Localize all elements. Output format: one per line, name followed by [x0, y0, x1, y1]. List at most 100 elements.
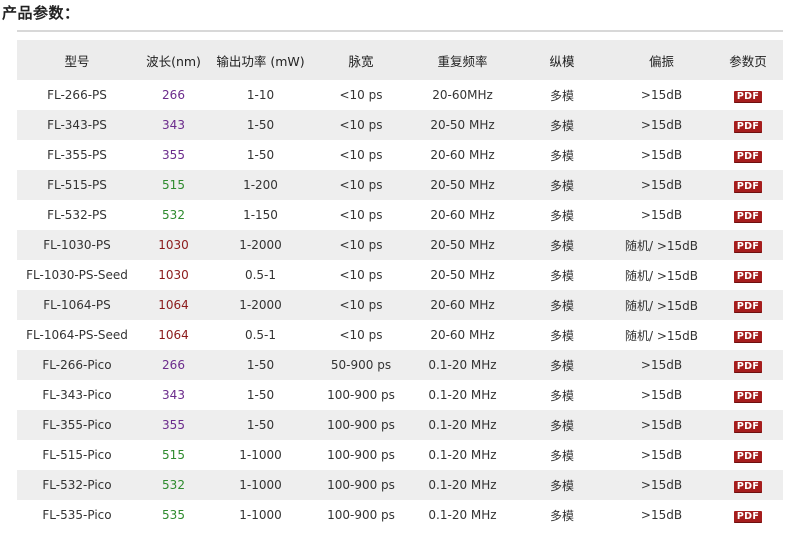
wavelength-cell: 343 [162, 388, 185, 402]
pdf-icon[interactable]: PDF [733, 90, 763, 103]
model-cell: FL-355-Pico [42, 418, 112, 432]
model-cell: FL-535-Pico [42, 508, 112, 522]
power-cell: 1-1000 [239, 508, 282, 522]
polarization-cell: 随机/ >15dB [624, 328, 699, 343]
rep-rate-cell: 0.1-20 MHz [428, 388, 497, 402]
long-mode-cell: 多模 [549, 508, 574, 523]
power-cell: 1-50 [246, 118, 275, 132]
pulse-width-cell: 100-900 ps [327, 448, 395, 462]
polarization-cell: >15dB [640, 148, 683, 162]
wavelength-cell: 1030 [158, 268, 189, 282]
wavelength-cell: 355 [162, 418, 185, 432]
rep-rate-cell: 0.1-20 MHz [428, 448, 497, 462]
pdf-icon[interactable]: PDF [733, 120, 763, 133]
datasheet-cell: PDF [713, 230, 783, 260]
col-header-pulse-width: 脉宽 [311, 40, 411, 80]
pdf-icon[interactable]: PDF [733, 240, 763, 253]
wavelength-cell: 515 [162, 448, 185, 462]
col-header-power: 输出功率 (mW) [210, 40, 311, 80]
wavelength-cell: 532 [162, 478, 185, 492]
table-row: FL-355-Pico 355 1-50 100-900 ps 0.1-20 MHz 多模… [17, 410, 783, 440]
power-cell: 0.5-1 [244, 328, 277, 342]
col-header-wavelength: 波长(nm) [137, 40, 210, 80]
pulse-width-cell: 100-900 ps [327, 418, 395, 432]
pdf-icon[interactable]: PDF [733, 150, 763, 163]
long-mode-cell: 多模 [549, 448, 574, 463]
power-cell: 1-50 [246, 418, 275, 432]
rep-rate-cell: 0.1-20 MHz [428, 418, 497, 432]
pdf-icon[interactable]: PDF [733, 420, 763, 433]
model-cell: FL-515-PS [47, 178, 107, 192]
power-cell: 1-150 [243, 208, 278, 222]
table-row: FL-1030-PS 1030 1-2000 <10 ps 20-50 MHz 多模 随机/… [17, 230, 783, 260]
pulse-width-cell: 100-900 ps [327, 508, 395, 522]
datasheet-cell: PDF [713, 380, 783, 410]
table-row: FL-1030-PS-Seed 1030 0.5-1 <10 ps 20-50 MHz 多… [17, 260, 783, 290]
table-header-row: 型号 波长(nm) 输出功率 (mW) 脉宽 重复频率 纵模 偏振 参数页 [17, 40, 783, 80]
pdf-icon[interactable]: PDF [733, 450, 763, 463]
model-cell: FL-266-PS [47, 88, 107, 102]
power-cell: 1-2000 [239, 238, 282, 252]
power-cell: 1-2000 [239, 298, 282, 312]
rep-rate-cell: 0.1-20 MHz [428, 508, 497, 522]
page-heading: 产品参数： [2, 4, 80, 22]
wavelength-cell: 535 [162, 508, 185, 522]
long-mode-cell: 多模 [549, 388, 574, 403]
model-cell: FL-1030-PS [43, 238, 111, 252]
rep-rate-cell: 0.1-20 MHz [428, 358, 497, 372]
polarization-cell: >15dB [640, 178, 683, 192]
power-cell: 1-50 [246, 148, 275, 162]
model-cell: FL-1064-PS-Seed [26, 328, 128, 342]
table-row: FL-343-Pico 343 1-50 100-900 ps 0.1-20 MHz 多模… [17, 380, 783, 410]
table-row: FL-343-PS 343 1-50 <10 ps 20-50 MHz 多模 >15dB PD… [17, 110, 783, 140]
polarization-cell: >15dB [640, 88, 683, 102]
wavelength-cell: 1064 [158, 328, 189, 342]
datasheet-cell: PDF [713, 170, 783, 200]
rep-rate-cell: 20-50 MHz [430, 238, 495, 252]
pdf-icon[interactable]: PDF [733, 180, 763, 193]
power-cell: 1-50 [246, 358, 275, 372]
pdf-icon[interactable]: PDF [733, 300, 763, 313]
polarization-cell: >15dB [640, 418, 683, 432]
pulse-width-cell: <10 ps [339, 178, 383, 192]
datasheet-cell: PDF [713, 260, 783, 290]
polarization-cell: >15dB [640, 388, 683, 402]
table-row: FL-266-PS 266 1-10 <10 ps 20-60MHz 多模 >15dB PDF [17, 80, 783, 110]
power-cell: 1-1000 [239, 448, 282, 462]
datasheet-cell: PDF [713, 110, 783, 140]
table-body: FL-266-PS 266 1-10 <10 ps 20-60MHz 多模 >15dB PDF… [17, 80, 783, 530]
model-cell: FL-1030-PS-Seed [26, 268, 128, 282]
pdf-icon[interactable]: PDF [733, 330, 763, 343]
pdf-icon[interactable]: PDF [733, 480, 763, 493]
model-cell: FL-515-Pico [42, 448, 112, 462]
wavelength-cell: 266 [162, 88, 185, 102]
long-mode-cell: 多模 [549, 418, 574, 433]
wavelength-cell: 355 [162, 148, 185, 162]
table-row: FL-515-PS 515 1-200 <10 ps 20-50 MHz 多模 >15dB P… [17, 170, 783, 200]
polarization-cell: >15dB [640, 448, 683, 462]
rep-rate-cell: 20-60 MHz [430, 148, 495, 162]
wavelength-cell: 1030 [158, 238, 189, 252]
datasheet-cell: PDF [713, 140, 783, 170]
pulse-width-cell: <10 ps [339, 238, 383, 252]
long-mode-cell: 多模 [549, 358, 574, 373]
table-row: FL-1064-PS 1064 1-2000 <10 ps 20-60 MHz 多模 随机/… [17, 290, 783, 320]
polarization-cell: >15dB [640, 208, 683, 222]
long-mode-cell: 多模 [549, 88, 574, 103]
wavelength-cell: 532 [162, 208, 185, 222]
long-mode-cell: 多模 [549, 118, 574, 133]
table-row: FL-355-PS 355 1-50 <10 ps 20-60 MHz 多模 >15dB PD… [17, 140, 783, 170]
pulse-width-cell: 50-900 ps [330, 358, 392, 372]
col-header-polarization: 偏振 [610, 40, 713, 80]
table-row: FL-1064-PS-Seed 1064 0.5-1 <10 ps 20-60 MHz 多… [17, 320, 783, 350]
pdf-icon[interactable]: PDF [733, 360, 763, 373]
model-cell: FL-343-Pico [42, 388, 112, 402]
pdf-icon[interactable]: PDF [733, 510, 763, 523]
pdf-icon[interactable]: PDF [733, 390, 763, 403]
pdf-icon[interactable]: PDF [733, 210, 763, 223]
pdf-icon[interactable]: PDF [733, 270, 763, 283]
long-mode-cell: 多模 [549, 148, 574, 163]
model-cell: FL-266-Pico [42, 358, 112, 372]
table-row: FL-532-PS 532 1-150 <10 ps 20-60 MHz 多模 >15dB P… [17, 200, 783, 230]
polarization-cell: >15dB [640, 358, 683, 372]
